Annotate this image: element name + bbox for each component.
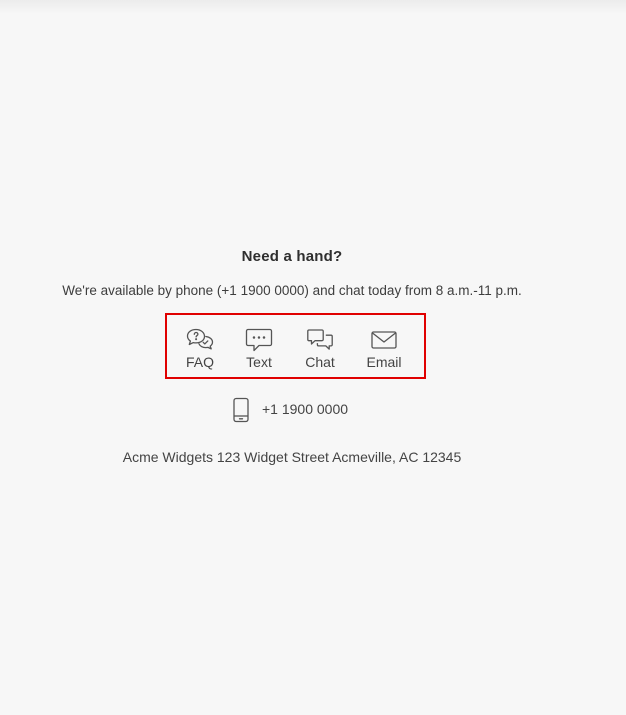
phone-contact[interactable]: +1 1900 0000 <box>231 396 431 424</box>
company-address: Acme Widgets 123 Widget Street Acmeville… <box>122 449 462 465</box>
contact-channels-highlight: FAQ Text Chat Email <box>165 313 426 379</box>
email-label: Email <box>366 354 402 370</box>
chat-button[interactable]: Chat <box>290 315 350 377</box>
text-label: Text <box>246 354 272 370</box>
help-section: Need a hand? We're available by phone (+… <box>0 0 626 715</box>
phone-number[interactable]: +1 1900 0000 <box>262 401 348 417</box>
email-button[interactable]: Email <box>354 315 414 377</box>
text-button[interactable]: Text <box>229 315 289 377</box>
chat-bubbles-icon <box>307 329 333 350</box>
availability-text: We're available by phone (+1 1900 0000) … <box>62 283 522 298</box>
faq-button[interactable]: FAQ <box>170 315 230 377</box>
faq-icon <box>186 328 214 350</box>
help-title: Need a hand? <box>241 248 343 265</box>
chat-label: Chat <box>305 354 335 370</box>
faq-label: FAQ <box>185 354 214 370</box>
mobile-phone-icon <box>233 397 249 423</box>
envelope-icon <box>371 331 397 349</box>
text-message-icon <box>245 328 273 352</box>
